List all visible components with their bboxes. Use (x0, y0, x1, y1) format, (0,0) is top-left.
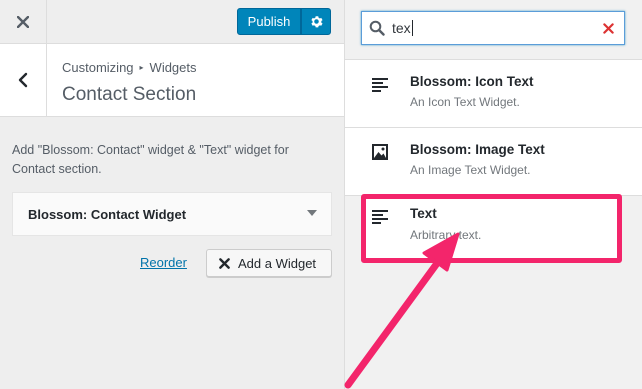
customizer-panel: Publish Customizing ▸ Widgets Contact Se… (0, 0, 345, 389)
breadcrumb-root: Customizing (62, 60, 134, 75)
section-description: Add "Blossom: Contact" widget & "Text" w… (12, 143, 289, 176)
widget-item-contact[interactable]: Blossom: Contact Widget (12, 192, 332, 236)
back-button[interactable] (0, 44, 47, 116)
page-title: Contact Section (62, 84, 197, 105)
widget-item-title: Blossom: Contact Widget (28, 206, 187, 222)
widget-description: An Image Text Widget. (410, 163, 531, 177)
close-icon (17, 16, 29, 28)
widget-search-bar: tex (345, 0, 642, 60)
search-icon (362, 12, 392, 44)
close-customizer-button[interactable] (0, 0, 47, 44)
available-widget-icon-text[interactable]: Blossom: Icon Text An Icon Text Widget. (345, 60, 642, 128)
widget-title: Text (410, 206, 437, 221)
add-widget-button[interactable]: Add a Widget (206, 249, 332, 277)
available-widget-list: Blossom: Icon Text An Icon Text Widget. … (345, 60, 642, 263)
image-icon (372, 144, 388, 160)
widget-title: Blossom: Image Text (410, 142, 545, 157)
add-widget-label: Add a Widget (238, 255, 317, 271)
reorder-link[interactable]: Reorder (140, 255, 187, 270)
widget-description: Arbitrary text. (410, 228, 482, 242)
clear-search-icon[interactable] (600, 20, 616, 36)
available-widget-image-text[interactable]: Blossom: Image Text An Image Text Widget… (345, 128, 642, 196)
section-header: Customizing ▸ Widgets Contact Section (0, 44, 344, 117)
breadcrumb: Customizing ▸ Widgets (62, 60, 197, 75)
breadcrumb-current: Widgets (149, 60, 197, 75)
publish-settings-button[interactable] (301, 8, 331, 35)
customizer-topbar: Publish (0, 0, 344, 44)
publish-button[interactable]: Publish (237, 8, 301, 35)
widget-description: An Icon Text Widget. (410, 95, 520, 109)
available-widget-text[interactable]: Text Arbitrary text. (361, 194, 622, 263)
chevron-left-icon (18, 72, 28, 88)
widget-search-input[interactable]: tex (361, 11, 625, 45)
breadcrumb-separator-icon: ▸ (139, 63, 144, 72)
search-value: tex (392, 20, 411, 36)
text-caret (411, 20, 413, 36)
expand-arrow-icon[interactable] (307, 210, 317, 216)
available-widgets-panel: tex Blossom: Icon Text An Icon Text Widg… (345, 0, 642, 389)
gear-icon (310, 16, 323, 28)
close-icon (219, 257, 230, 269)
text-lines-icon (372, 78, 388, 92)
text-lines-icon (372, 210, 388, 224)
widget-title: Blossom: Icon Text (410, 74, 534, 89)
